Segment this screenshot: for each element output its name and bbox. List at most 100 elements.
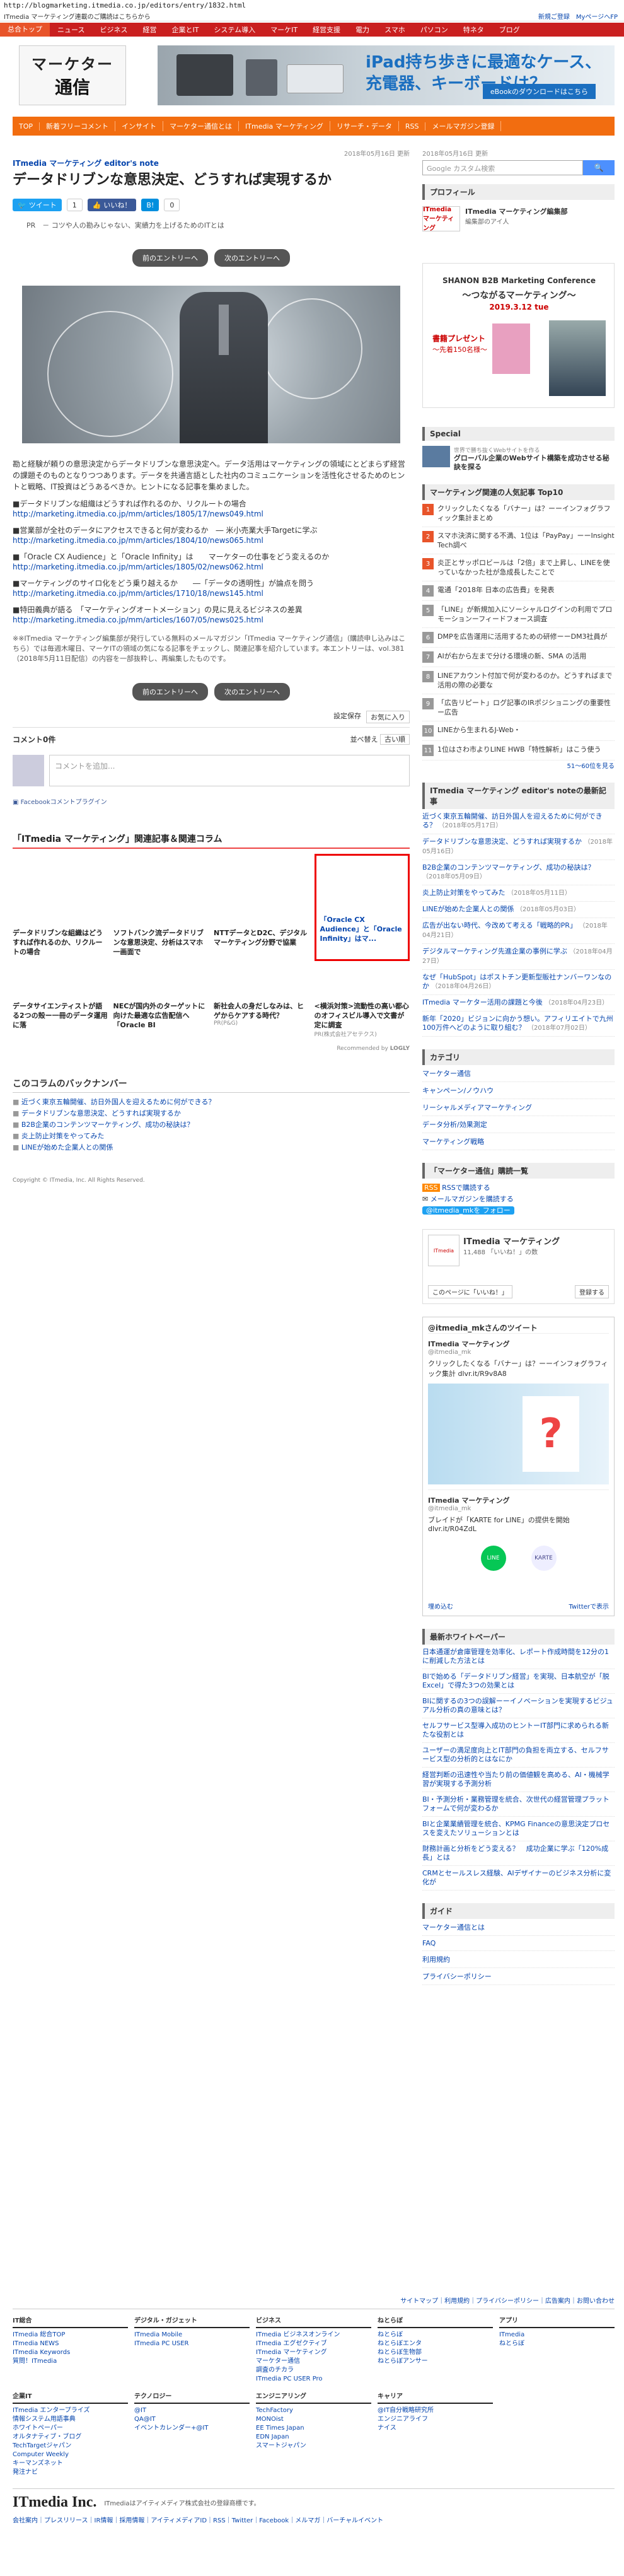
snav-item[interactable]: リサーチ・データ — [330, 121, 399, 131]
backnumber-item[interactable]: 近づく東京五輪開催、訪日外国人を迎えるために何ができる？ — [13, 1097, 410, 1108]
note-item[interactable]: LINEが始めた企業人との関係 （2018年05月03日） — [422, 902, 615, 918]
ranking-item[interactable]: 6 DMPを広告運用に活用するための研修ーーDM3社員が — [422, 628, 615, 648]
footer-link[interactable]: EE Times Japan — [256, 2424, 371, 2433]
sidebar-ad[interactable]: SHANON B2B Marketing Conference 〜つながるマーケ… — [422, 263, 615, 408]
fb-like-page-button[interactable]: このページに「いいね！」 — [428, 1285, 512, 1298]
footer-link[interactable]: キーマンズネット — [13, 2459, 128, 2468]
footer-link[interactable]: ねとらぼ生物部 — [378, 2348, 493, 2357]
footer-link[interactable]: MONOist — [256, 2415, 371, 2424]
ranking-item[interactable]: 2 スマホ決済に関する不満、1位は「PayPay」ーーInsight Tech調べ — [422, 527, 615, 554]
gnav-item[interactable]: 経営 — [135, 25, 164, 35]
link-url[interactable]: http://marketing.itmedia.co.jp/mm/articl… — [13, 588, 410, 598]
gnav-item[interactable]: 企業とIT — [164, 25, 206, 35]
gnav-item[interactable]: 总合トップ — [0, 23, 50, 37]
gnav-item[interactable]: ブログ — [492, 25, 528, 35]
snav-item[interactable]: インサイト — [115, 121, 164, 131]
related-tile[interactable]: ソフトバンク流データドリブンな意思決定、分析はスマホ一画面で — [113, 882, 209, 957]
link-url[interactable]: http://marketing.itmedia.co.jp/mm/articl… — [13, 509, 410, 519]
gnav-item[interactable]: ニュース — [50, 25, 92, 35]
fb-register-button[interactable]: 登録する — [575, 1285, 609, 1298]
whitepaper-item[interactable]: 財務計画と分析をどう変える？ 成功企業に学ぶ「120%成長」とは — [422, 1841, 615, 1866]
whitepaper-item[interactable]: 日本通運が倉庫管理を効率化、レポート作成時間を12分の1に削減した方法とは — [422, 1645, 615, 1669]
footer-link[interactable]: イベントカレンダー+@IT — [134, 2424, 250, 2433]
guide-item[interactable]: マーケター通信とは — [422, 1919, 615, 1936]
guide-item[interactable]: 利用規約 — [422, 1951, 615, 1968]
ranking-item[interactable]: 9 「広告リピート」ログ記事のIRポジショニングの重要性ー広告 — [422, 694, 615, 721]
address-bar[interactable]: http://blogmarketing.itmedia.co.jp/edito… — [0, 0, 624, 10]
related-tile[interactable]: データサイエンティストが語る2つの殻ー一冊のデータ運用に落 — [13, 999, 108, 1075]
related-tile[interactable]: 新社会人の身だしなみは、ヒゲからケアする時代？ PR(P&G) — [214, 999, 309, 1075]
ranking-item[interactable]: 4 電通「2018年 日本の広告費」を発表 — [422, 581, 615, 601]
footer-link[interactable]: マーケター通信 — [256, 2357, 371, 2366]
banner-download-button[interactable]: eBookのダウンロードはこちら — [482, 84, 596, 99]
footer-link[interactable]: 発注ナビ — [13, 2468, 128, 2477]
ranking-more-link[interactable]: 51～60位を見る — [422, 761, 615, 770]
mail-link[interactable]: メールマガジンを購読する — [430, 1195, 514, 1203]
hatena-button[interactable]: B! — [141, 199, 159, 211]
like-button[interactable]: 👍 いいね！ — [87, 199, 137, 211]
gnav-item[interactable]: システム導入 — [206, 25, 263, 35]
whitepaper-item[interactable]: 経営判断の迅速性や当たり前の価値観を高める、AI・機械学習が実現する予測分析 — [422, 1768, 615, 1792]
footer-link[interactable]: ねとらぼエンタ — [378, 2340, 493, 2348]
related-tile[interactable]: データドリブンな組織はどうすれば作れるのか、リクルートの場合 — [13, 882, 108, 957]
footer-link[interactable]: ねとらぼ — [499, 2340, 615, 2348]
note-item[interactable]: 炎上防止対策をやってみた （2018年05月11日） — [422, 885, 615, 902]
ranking-item[interactable]: 8 LINEアカウント付加で何が変わるのか。どうすればまで活用の際の必要な — [422, 667, 615, 694]
favorite-button[interactable]: お気に入り — [366, 711, 410, 723]
whitepaper-item[interactable]: BIと企業業績管理を統合、KPMG Financeの意思決定プロセスを変えたソリ… — [422, 1817, 615, 1841]
prev-entry-button[interactable]: 前のエントリーへ — [132, 683, 208, 701]
gnav-item[interactable]: マーケIT — [263, 25, 305, 35]
tweet[interactable]: ITmedia マーケティング @itmedia_mk ブレイドが「KARTE … — [428, 1489, 609, 1588]
backnumber-item[interactable]: データドリブンな意思決定、どうすれば実現するか — [13, 1108, 410, 1119]
footer-link[interactable]: TechTargetジャパン — [13, 2442, 128, 2451]
footer-link[interactable]: EDN Japan — [256, 2433, 371, 2442]
ranking-item[interactable]: 10 LINEから生まれるJ-Web・ — [422, 721, 615, 741]
backnumber-item[interactable]: B2B企業のコンテンツマーケティング、成功の秘訣は？ — [13, 1119, 410, 1131]
category-item[interactable]: リーシャルメディアマーケティング — [422, 1099, 615, 1116]
footer-link[interactable]: ITmedia PC USER Pro — [256, 2375, 371, 2384]
view-on-twitter-link[interactable]: Twitterで表示 — [569, 1601, 609, 1611]
prev-entry-button[interactable]: 前のエントリーへ — [132, 249, 208, 267]
corp-links[interactable]: 会社案内｜プレスリリース｜IR情報｜採用情報｜アイティメディアID｜RSS｜Tw… — [13, 2515, 615, 2524]
note-item[interactable]: 広告が出ない時代、今改めて考える「戦略的PR」 （2018年04月21日） — [422, 918, 615, 944]
fb-comment-plugin[interactable]: ▣ Facebookコメントプラグイン — [13, 796, 410, 806]
footer-link[interactable]: ITmedia エンタープライズ — [13, 2406, 128, 2415]
mypage-link[interactable]: MyページへFP — [576, 14, 618, 21]
footer-link[interactable]: ITmedia NEWS — [13, 2340, 128, 2348]
backnumber-item[interactable]: LINEが始めた企業人との関係 — [13, 1142, 410, 1153]
footer-link[interactable]: スマートジャパン — [256, 2442, 371, 2451]
gnav-item[interactable]: 電力 — [348, 25, 377, 35]
ranking-item[interactable]: 11 1位はさわ市よりLINE HWB「特性解析」はこう使う — [422, 741, 615, 761]
footer-link[interactable]: エンジニアライフ — [378, 2415, 493, 2424]
highlighted-tile[interactable]: 「Oracle CX Audience」と「Oracle Infinity」はマ… — [314, 854, 410, 961]
profile-name[interactable]: ITmedia マーケティング編集部 — [465, 206, 568, 216]
itmedia-logo[interactable]: ITmedia Inc. — [13, 2494, 96, 2511]
footer-link[interactable]: ナイス — [378, 2424, 493, 2433]
note-item[interactable]: 近づく東京五輪開催、訪日外国人を迎えるために何ができる？ （2018年05月17… — [422, 809, 615, 834]
ranking-item[interactable]: 5 「LINE」が新規加入にソーシャルログインの利用でプロモーションーフィードフォ… — [422, 601, 615, 628]
footer-link[interactable]: ITmedia Keywords — [13, 2348, 128, 2357]
related-tile[interactable]: NTTデータとD2C、デジタルマーケティング分野で協業 — [214, 882, 309, 957]
note-item[interactable]: データドリブンな意思決定、どうすれば実現するか （2018年05月16日） — [422, 834, 615, 860]
whitepaper-item[interactable]: ユーザーの満足度向上とIT部門の負担を両立する、セルフサービス型の分析的とはなに… — [422, 1743, 615, 1768]
whitepaper-item[interactable]: BIで始める「データドリブン経営」を実現、日本航空が「脱Excel」で得た3つの… — [422, 1669, 615, 1694]
snav-item[interactable]: メールマガジン登録 — [425, 121, 502, 131]
embed-link[interactable]: 埋め込む — [428, 1601, 453, 1611]
snav-item[interactable]: 新着フリーコメント — [40, 121, 116, 131]
tweet[interactable]: ITmedia マーケティング @itmedia_mk クリックしたくなる「バナ… — [428, 1333, 609, 1489]
guide-item[interactable]: プライバシーポリシー — [422, 1968, 615, 1985]
snav-item[interactable]: マーケター通信とは — [163, 121, 240, 131]
footer-link[interactable]: ITmedia Mobile — [134, 2331, 250, 2340]
guide-item[interactable]: FAQ — [422, 1936, 615, 1951]
register-link[interactable]: 新規ご登録 — [538, 14, 570, 21]
gnav-item[interactable]: ビジネス — [92, 25, 135, 35]
notice-text[interactable]: ITmedia マーケティング連載のご購読はこちらから — [4, 14, 151, 21]
footer-link[interactable]: QA@IT — [134, 2415, 250, 2424]
snav-item[interactable]: ITmedia マーケティング — [239, 121, 330, 131]
link-url[interactable]: http://marketing.itmedia.co.jp/mm/articl… — [13, 615, 410, 625]
footer-link[interactable]: 調査のチカラ — [256, 2366, 371, 2375]
tweet-button[interactable]: 🐦 ツイート — [13, 199, 62, 211]
header-banner-ad[interactable]: iPad持ち歩きに最適なケース、 充電器、キーボードは？ eBookのダウンロード… — [158, 45, 615, 105]
snav-item[interactable]: TOP — [13, 122, 40, 131]
logly-logo[interactable]: LOGLY — [390, 1046, 410, 1052]
